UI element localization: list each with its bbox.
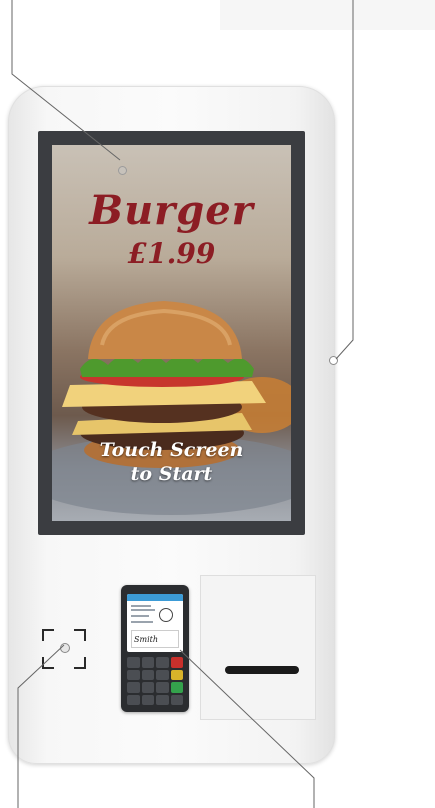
annotation-lines bbox=[11, 0, 354, 808]
annotation-line-scanner bbox=[17, 644, 65, 808]
annotation-line-screen bbox=[11, 0, 121, 161]
annotation-line-terminal bbox=[179, 649, 315, 808]
annotation-line-sensor bbox=[335, 0, 354, 360]
